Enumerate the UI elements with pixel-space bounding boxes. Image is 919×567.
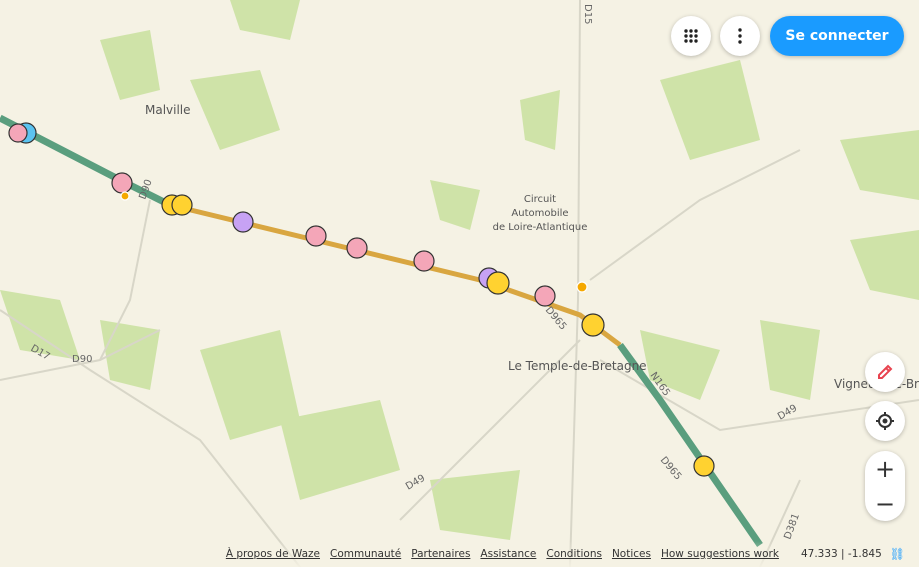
apps-button[interactable] [671, 16, 711, 56]
road-label: D90 [72, 354, 92, 365]
footer-link-terms[interactable]: Conditions [546, 548, 602, 560]
locate-button[interactable] [865, 401, 905, 441]
more-button[interactable] [720, 16, 760, 56]
footer-link-partners[interactable]: Partenaires [411, 548, 470, 560]
grid-icon [684, 29, 698, 43]
road-label: D49 [404, 473, 427, 493]
place-label: Le Temple-de-Bretagne [508, 359, 647, 373]
link-icon[interactable]: ⛓ [890, 547, 905, 561]
footer-link-community[interactable]: Communauté [330, 548, 401, 560]
road-label: D15 [582, 4, 593, 24]
pencil-icon [878, 364, 893, 379]
crosshair-icon [876, 412, 894, 430]
road-label: D381 [782, 512, 802, 541]
poi-label: de Loire-Atlantique [493, 222, 588, 233]
footer-link-suggestions[interactable]: How suggestions work [661, 548, 779, 560]
place-label: Malville [145, 103, 191, 117]
more-vertical-icon [738, 28, 742, 44]
zoom-in-button[interactable]: + [865, 451, 905, 486]
footer-link-support[interactable]: Assistance [480, 548, 536, 560]
road-label: D965 [658, 455, 684, 483]
footer-link-notices[interactable]: Notices [612, 548, 651, 560]
zoom-out-button[interactable]: − [865, 486, 905, 521]
footer-link-about[interactable]: À propos de Waze [226, 548, 320, 560]
map-canvas[interactable]: Malville Le Temple-de-Bretagne Vigneux-d… [0, 0, 919, 567]
poi-label: Circuit [524, 194, 556, 205]
zoom-control: + − [865, 451, 905, 521]
login-button[interactable]: Se connecter [770, 16, 904, 56]
report-button[interactable] [865, 352, 905, 392]
footer: À propos de Waze Communauté Partenaires … [0, 541, 919, 567]
poi-label: Automobile [511, 208, 568, 219]
coordinates-readout: 47.333 | -1.845 [800, 548, 882, 560]
woodland [0, 0, 919, 540]
